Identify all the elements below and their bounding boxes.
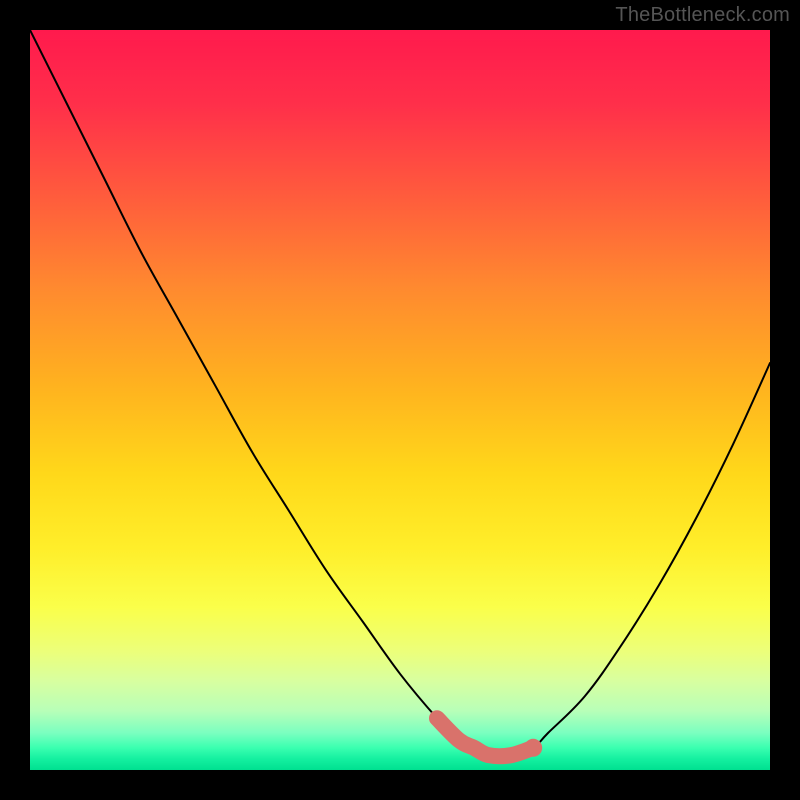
highlight-end-dot [524,739,542,757]
bottleneck-curve-svg [30,30,770,770]
chart-frame: TheBottleneck.com [0,0,800,800]
highlight-segment [437,718,533,756]
watermark-text: TheBottleneck.com [615,4,790,27]
bottleneck-curve [30,30,770,756]
plot-area [30,30,770,770]
